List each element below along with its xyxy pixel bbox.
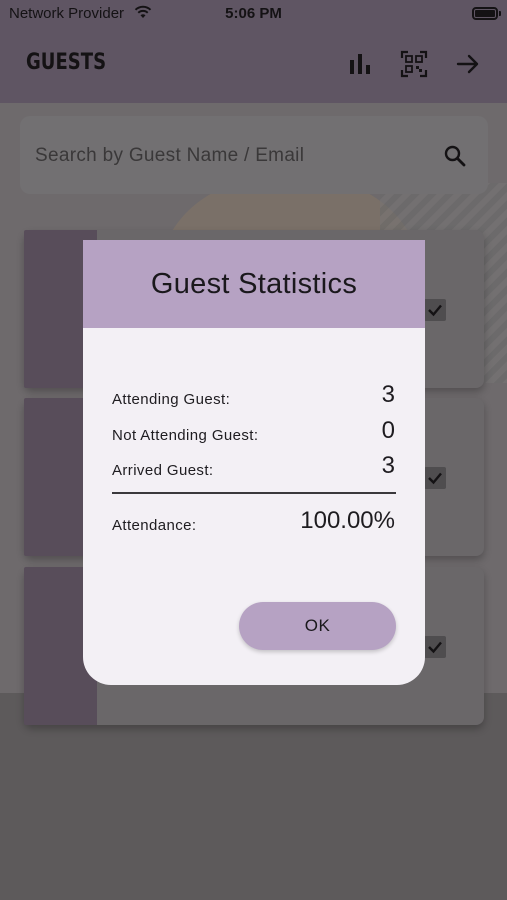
battery-tip (499, 11, 501, 16)
dialog-header: Guest Statistics (83, 240, 425, 328)
status-bar: Network Provider 5:06 PM (0, 0, 507, 28)
page-title: GUESTS (26, 50, 107, 75)
attending-guest-label: Attending Guest: (112, 391, 231, 408)
attendance-value: 100.00% (300, 507, 395, 534)
arrow-right-icon[interactable] (454, 50, 482, 78)
not-attending-guest-label: Not Attending Guest: (112, 427, 259, 444)
arrived-checkbox[interactable] (424, 467, 446, 489)
battery-icon (472, 7, 498, 20)
guest-statistics-dialog: Guest Statistics Attending Guest: 3 Not … (83, 240, 425, 685)
arrived-checkbox[interactable] (424, 636, 446, 658)
not-attending-guest-value: 0 (381, 417, 395, 444)
dialog-divider (112, 492, 396, 494)
dialog-title: Guest Statistics (150, 268, 358, 300)
app-bar: GUESTS (0, 28, 507, 103)
search-input[interactable]: Search by Guest Name / Email (20, 116, 488, 194)
attending-guest-value: 3 (381, 381, 395, 408)
status-time: 5:06 PM (225, 5, 282, 22)
search-icon[interactable] (443, 144, 467, 168)
arrived-checkbox[interactable] (424, 299, 446, 321)
arrived-guest-label: Arrived Guest: (112, 462, 214, 479)
arrived-guest-value: 3 (381, 452, 395, 479)
qr-scan-icon[interactable] (400, 50, 428, 78)
search-placeholder: Search by Guest Name / Email (35, 145, 305, 166)
ok-button[interactable]: OK (239, 602, 396, 650)
attendance-label: Attendance: (112, 517, 197, 534)
bar-chart-icon[interactable] (346, 50, 374, 78)
